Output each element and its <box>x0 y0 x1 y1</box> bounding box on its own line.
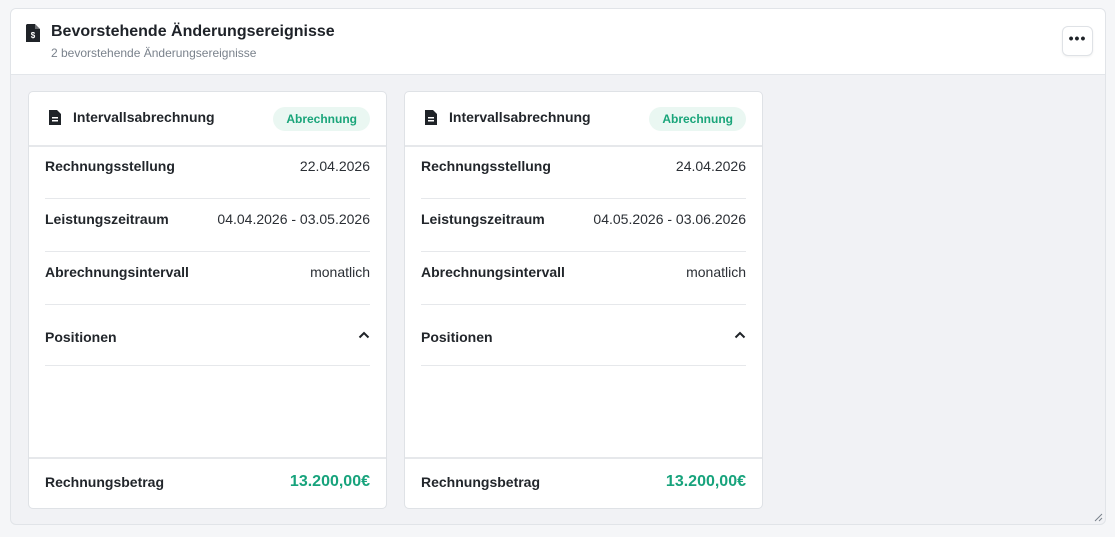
total-amount: 13.200,00€ <box>665 473 746 490</box>
total-label: Rechnungsbetrag <box>421 474 541 490</box>
row-invoice-date: Rechnungsstellung 24.04.2026 <box>421 145 746 199</box>
ellipsis-icon: ••• <box>1068 30 1087 46</box>
row-value: monatlich <box>686 264 746 280</box>
row-value: 24.04.2026 <box>675 158 746 174</box>
panel-header: $ Bevorstehende Änderungsereignisse 2 be… <box>11 9 1105 75</box>
row-service-period: Leistungszeitraum 04.05.2026 - 03.06.202… <box>421 198 746 252</box>
row-service-period: Leistungszeitraum 04.04.2026 - 03.05.202… <box>45 198 370 252</box>
upcoming-events-panel: $ Bevorstehende Änderungsereignisse 2 be… <box>10 8 1106 525</box>
row-value: 22.04.2026 <box>299 158 370 174</box>
invoice-icon: $ <box>26 24 40 42</box>
row-label: Leistungszeitraum <box>421 211 545 227</box>
chevron-up-icon[interactable] <box>734 331 746 339</box>
card-header: Intervallsabrechnung Abrechnung <box>405 92 762 147</box>
positions-toggle[interactable]: Positionen <box>45 304 370 366</box>
status-badge: Abrechnung <box>273 107 370 131</box>
card-footer: Rechnungsbetrag 13.200,00€ <box>29 457 386 508</box>
row-value: 04.04.2026 - 03.05.2026 <box>217 211 370 227</box>
row-label: Abrechnungsintervall <box>45 264 189 280</box>
card-header: Intervallsabrechnung Abrechnung <box>29 92 386 147</box>
positions-toggle[interactable]: Positionen <box>421 304 746 366</box>
svg-text:$: $ <box>31 31 36 40</box>
more-options-button[interactable]: ••• <box>1062 26 1093 56</box>
row-label: Rechnungsstellung <box>45 158 175 174</box>
panel-subtitle: 2 bevorstehende Änderungsereignisse <box>51 46 257 60</box>
card-footer: Rechnungsbetrag 13.200,00€ <box>405 457 762 508</box>
row-invoice-date: Rechnungsstellung 22.04.2026 <box>45 145 370 199</box>
event-card: Intervallsabrechnung Abrechnung Rechnung… <box>404 91 763 509</box>
row-billing-interval: Abrechnungsintervall monatlich <box>45 251 370 305</box>
row-label: Leistungszeitraum <box>45 211 169 227</box>
card-title: Intervallsabrechnung <box>73 109 215 125</box>
row-value: monatlich <box>310 264 370 280</box>
row-label: Abrechnungsintervall <box>421 264 565 280</box>
event-card: Intervallsabrechnung Abrechnung Rechnung… <box>28 91 387 509</box>
document-icon <box>425 110 437 125</box>
total-amount: 13.200,00€ <box>289 473 370 490</box>
chevron-up-icon[interactable] <box>358 331 370 339</box>
panel-title: Bevorstehende Änderungsereignisse <box>51 23 335 40</box>
row-billing-interval: Abrechnungsintervall monatlich <box>421 251 746 305</box>
total-label: Rechnungsbetrag <box>45 474 165 490</box>
row-label: Rechnungsstellung <box>421 158 551 174</box>
row-value: 04.05.2026 - 03.06.2026 <box>593 211 746 227</box>
positions-label: Positionen <box>45 329 117 345</box>
positions-label: Positionen <box>421 329 493 345</box>
card-title: Intervallsabrechnung <box>449 109 591 125</box>
status-badge: Abrechnung <box>649 107 746 131</box>
resize-handle-icon[interactable] <box>1094 513 1103 522</box>
document-icon <box>49 110 61 125</box>
